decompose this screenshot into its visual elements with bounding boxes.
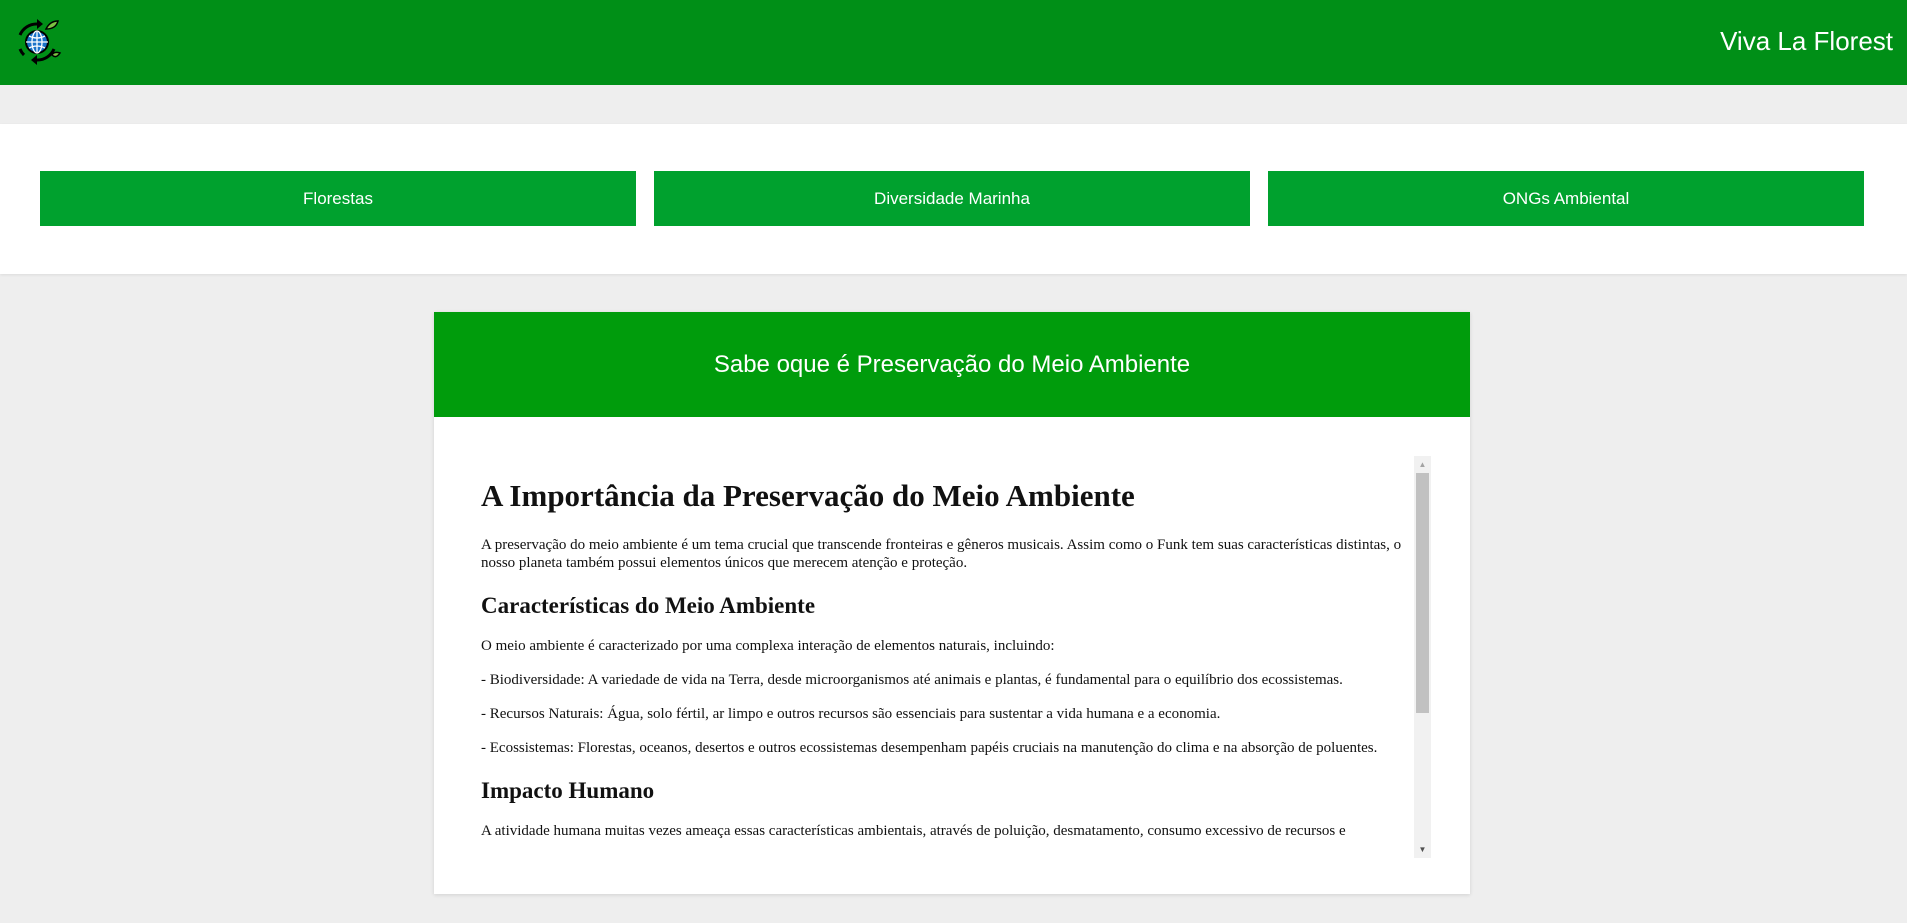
nav-button-diversidade-marinha[interactable]: Diversidade Marinha bbox=[654, 171, 1250, 226]
section-heading-caracteristicas: Características do Meio Ambiente bbox=[481, 593, 816, 618]
scrollbar-thumb[interactable] bbox=[1416, 473, 1429, 713]
recycle-globe-icon[interactable] bbox=[10, 15, 64, 69]
card-title: Sabe oque é Preservação do Meio Ambiente bbox=[434, 312, 1470, 417]
section-text: A atividade humana muitas vezes ameaça e… bbox=[481, 823, 1346, 839]
top-header: Viva La Florest bbox=[0, 0, 1907, 85]
content-card: Sabe oque é Preservação do Meio Ambiente… bbox=[434, 312, 1470, 894]
list-item: - Ecossistemas: Florestas, oceanos, dese… bbox=[481, 740, 1378, 756]
article-scroll-area[interactable]: A Importância da Preservação do Meio Amb… bbox=[469, 456, 1419, 868]
nav-button-florestas[interactable]: Florestas bbox=[40, 171, 636, 226]
list-item: - Recursos Naturais: Água, solo fértil, … bbox=[481, 706, 1221, 722]
article-scrollbar[interactable]: ▲ ▼ bbox=[1414, 456, 1431, 858]
section-intro: O meio ambiente é caracterizado por uma … bbox=[481, 638, 1055, 654]
category-nav: Florestas Diversidade Marinha ONGs Ambie… bbox=[0, 124, 1907, 274]
article-heading: A Importância da Preservação do Meio Amb… bbox=[481, 478, 1135, 513]
article-intro: A preservação do meio ambiente é um tema… bbox=[481, 537, 1402, 571]
brand-title: Viva La Florest bbox=[1720, 26, 1893, 56]
section-heading-impacto-humano: Impacto Humano bbox=[481, 778, 655, 803]
nav-button-ongs-ambiental[interactable]: ONGs Ambiental bbox=[1268, 171, 1864, 226]
scroll-up-arrow-icon[interactable]: ▲ bbox=[1414, 456, 1431, 473]
scroll-down-arrow-icon[interactable]: ▼ bbox=[1414, 841, 1431, 858]
list-item: - Biodiversidade: A variedade de vida na… bbox=[481, 672, 1343, 688]
